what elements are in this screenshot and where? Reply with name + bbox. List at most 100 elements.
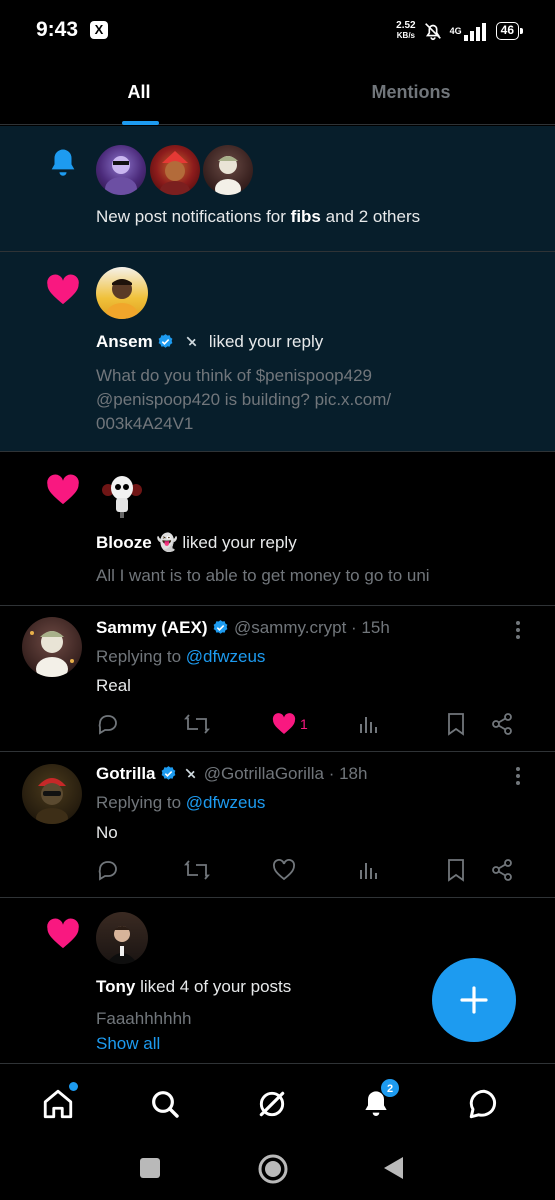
avatar[interactable]	[96, 145, 146, 195]
notification-headline: Tony liked 4 of your posts	[96, 976, 291, 998]
reply-snippet-line-1: What do you think of $penispoop429	[96, 366, 372, 385]
notification-action: liked your reply	[182, 533, 297, 552]
replying-to: Replying to @dfwzeus	[96, 646, 265, 668]
author-name[interactable]: Sammy (AEX)	[96, 618, 207, 637]
replying-to-handle[interactable]: @dfwzeus	[186, 647, 266, 666]
home-icon	[43, 1089, 73, 1119]
affiliate-badge-icon	[185, 768, 196, 779]
heart-icon	[47, 918, 79, 949]
author-handle[interactable]: @sammy.crypt	[234, 618, 346, 637]
bottom-navigation: 2	[0, 1063, 555, 1145]
tweet-header: Gotrilla @GotrillaGorilla · 18h	[96, 763, 367, 785]
tweet-time: · 15h	[351, 618, 390, 637]
notification-action: liked your reply	[208, 332, 324, 351]
repost-icon	[184, 714, 210, 734]
home-unread-dot	[69, 1082, 78, 1091]
views-button[interactable]	[358, 856, 380, 884]
status-time: 9:43	[36, 18, 79, 41]
heart-outline-icon	[273, 859, 295, 881]
compose-button[interactable]	[432, 958, 516, 1042]
tab-all[interactable]: All	[0, 62, 278, 125]
tweet-header: Sammy (AEX) @sammy.crypt · 15h	[96, 617, 390, 639]
nav-search[interactable]	[145, 1084, 185, 1124]
reply-icon	[98, 715, 117, 735]
bookmark-icon	[448, 713, 464, 736]
notification-post-alerts[interactable]: New post notifications for fibs and 2 ot…	[0, 126, 555, 252]
post-snippet: Faaahhhhhh	[96, 1009, 192, 1028]
avatar-sammy[interactable]	[22, 617, 82, 677]
tab-mentions[interactable]: Mentions	[272, 62, 550, 125]
repost-button[interactable]	[184, 856, 210, 884]
reply-button[interactable]	[96, 710, 120, 738]
notification-blooze-like[interactable]: Blooze 👻 liked your reply All I want is …	[0, 452, 555, 606]
verified-badge-icon	[159, 334, 173, 348]
views-button[interactable]	[358, 710, 380, 738]
heart-icon	[47, 474, 79, 505]
skull-icon	[102, 476, 142, 518]
author-handle[interactable]: @GotrillaGorilla	[204, 764, 324, 783]
tweet-actions: 1	[96, 710, 526, 738]
replying-to-handle[interactable]: @dfwzeus	[186, 793, 266, 812]
tweet-text: No	[96, 823, 118, 842]
avatar-figure-icon	[36, 778, 68, 824]
tweet-text: Real	[96, 676, 131, 695]
nav-grok[interactable]	[252, 1084, 292, 1124]
nav-notifications[interactable]: 2	[356, 1078, 400, 1124]
share-button[interactable]	[490, 710, 514, 738]
share-button[interactable]	[490, 856, 514, 884]
tab-active-indicator	[122, 121, 159, 125]
mute-bell-icon	[424, 23, 441, 41]
avatar-figure-icon	[106, 279, 138, 319]
back-icon[interactable]	[381, 1155, 405, 1181]
network-speed: 2.52 KB/s	[396, 21, 415, 41]
heart-filled-icon	[272, 713, 296, 734]
user-name-ansem[interactable]: Ansem	[96, 332, 153, 351]
reply-snippet: All I want is to able to get money to go…	[96, 566, 430, 585]
verified-badge-icon	[213, 620, 228, 634]
bookmark-icon	[448, 859, 464, 882]
avatar-gotrilla[interactable]	[22, 764, 82, 824]
bell-icon	[51, 149, 75, 176]
tweet-actions	[96, 856, 526, 884]
repost-button[interactable]	[184, 710, 210, 738]
replying-to-prefix: Replying to	[96, 793, 182, 812]
more-options-icon[interactable]	[515, 766, 521, 786]
avatar[interactable]	[203, 145, 253, 195]
user-name-fibs[interactable]: fibs	[291, 207, 321, 226]
author-name[interactable]: Gotrilla	[96, 764, 156, 783]
avatar[interactable]	[150, 145, 200, 195]
reply-snippet-line-2: @penispoop420 is building? pic.x.com/	[96, 390, 392, 409]
avatar-tony[interactable]	[96, 912, 148, 964]
notification-ansem-like[interactable]: Ansem liked your reply What do you think…	[0, 252, 555, 452]
verified-badge-icon	[161, 766, 176, 780]
avatar-blooze[interactable]	[96, 468, 148, 520]
nav-home[interactable]	[38, 1082, 78, 1124]
notification-headline: Blooze 👻 liked your reply	[96, 532, 297, 554]
like-button[interactable]	[272, 856, 296, 884]
more-options-icon[interactable]	[515, 620, 521, 640]
x-app-icon: X	[90, 21, 108, 39]
notifications-badge: 2	[380, 1078, 400, 1098]
bookmark-button[interactable]	[446, 856, 466, 884]
reply-tweet-gotrilla[interactable]: Gotrilla @GotrillaGorilla · 18h Replying…	[0, 752, 555, 898]
like-button[interactable]: 1	[272, 710, 308, 738]
system-navigation-bar	[0, 1145, 555, 1200]
avatar-figure-icon	[106, 926, 138, 964]
messages-icon	[469, 1089, 497, 1119]
signal-icon	[463, 23, 486, 41]
user-name-tony[interactable]: Tony	[96, 977, 135, 996]
recent-apps-icon[interactable]	[139, 1157, 161, 1179]
show-all-link[interactable]: Show all	[96, 1033, 160, 1055]
bookmark-button[interactable]	[446, 710, 466, 738]
user-name-blooze[interactable]: Blooze	[96, 533, 152, 552]
notification-action: liked 4 of your posts	[140, 977, 292, 996]
reply-icon	[98, 861, 117, 881]
reply-tweet-sammy[interactable]: Sammy (AEX) @sammy.crypt · 15h Replying …	[0, 606, 555, 752]
user-emoji: 👻	[156, 533, 178, 552]
avatar-ansem[interactable]	[96, 267, 148, 319]
grok-icon	[259, 1091, 285, 1117]
avatar-figure-icon	[160, 151, 190, 195]
reply-button[interactable]	[96, 856, 120, 884]
home-circle-icon[interactable]	[257, 1153, 289, 1185]
nav-messages[interactable]	[464, 1084, 504, 1124]
